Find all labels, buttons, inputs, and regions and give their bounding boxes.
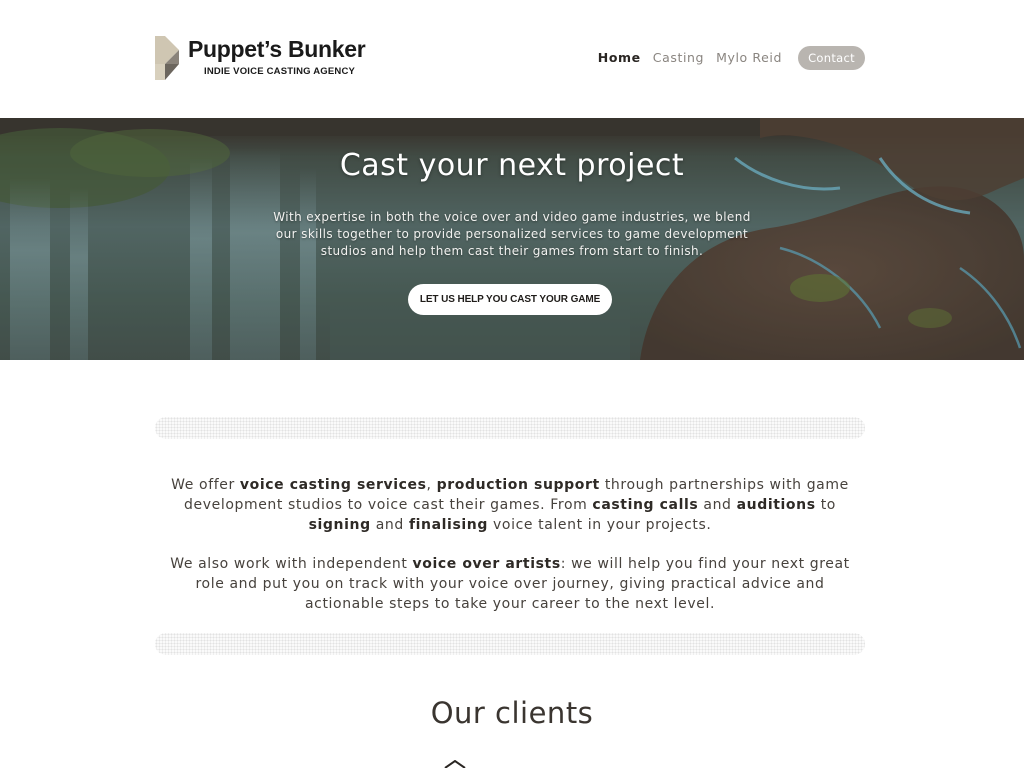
highlighted-term: production support — [436, 477, 600, 493]
brand-logo[interactable]: Puppet’s Bunker INDIE VOICE CASTING AGEN… — [155, 36, 366, 82]
dotted-divider — [155, 417, 865, 439]
intro-paragraph-artists: We also work with independent voice over… — [155, 554, 865, 614]
highlighted-term: voice over artists — [412, 556, 561, 572]
hero-title: Cast your next project — [339, 148, 685, 183]
nav-item-home[interactable]: Home — [598, 50, 641, 65]
cast-your-game-button[interactable]: LET US HELP YOU CAST YOUR GAME — [408, 284, 612, 315]
clients-heading: Our clients — [430, 696, 594, 730]
logo-mark-icon — [155, 36, 179, 80]
site-header: Puppet’s Bunker INDIE VOICE CASTING AGEN… — [0, 0, 1024, 118]
highlighted-term: voice casting services — [239, 477, 427, 493]
text-run: to — [815, 497, 836, 513]
nav-item-mylo-reid[interactable]: Mylo Reid — [716, 50, 782, 65]
nav-item-casting[interactable]: Casting — [653, 50, 704, 65]
text-run: voice talent in your projects. — [487, 517, 712, 533]
hero-description: With expertise in both the voice over an… — [273, 210, 751, 258]
highlighted-term: signing — [308, 517, 371, 533]
highlighted-term: casting calls — [592, 497, 699, 513]
text-run: and — [370, 517, 409, 533]
main-nav: Home Casting Mylo Reid — [598, 50, 782, 65]
dotted-divider — [155, 633, 865, 655]
client-logo-icon — [444, 760, 466, 768]
text-run: , — [426, 477, 437, 493]
brand-name: Puppet’s Bunker — [188, 36, 366, 62]
hero-banner: Cast your next project With expertise in… — [0, 118, 1024, 360]
text-run: We offer — [171, 477, 240, 493]
text-run: We also work with independent — [170, 556, 413, 572]
brand-tagline: INDIE VOICE CASTING AGENCY — [204, 66, 356, 77]
highlighted-term: finalising — [408, 517, 488, 533]
highlighted-term: auditions — [736, 497, 816, 513]
text-run: and — [698, 497, 737, 513]
intro-paragraph-services: We offer voice casting services, product… — [155, 475, 865, 535]
contact-button[interactable]: Contact — [798, 46, 865, 70]
